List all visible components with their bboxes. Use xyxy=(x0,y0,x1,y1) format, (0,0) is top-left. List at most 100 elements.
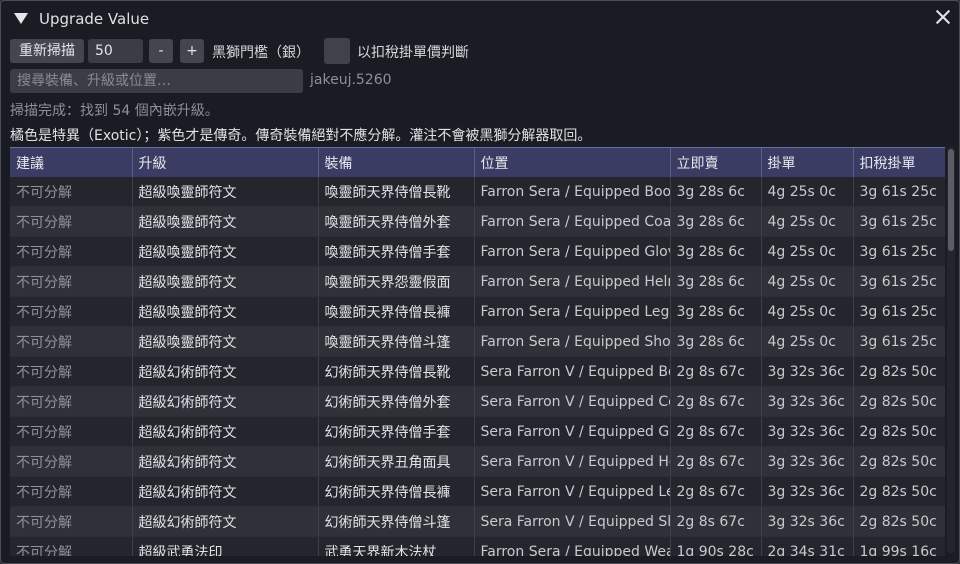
table-cell: 幻術師天界侍僧外套 xyxy=(318,386,475,417)
decrement-button[interactable]: - xyxy=(149,39,173,63)
table-cell: 2g 8s 67c xyxy=(670,476,762,507)
table-row[interactable]: 不可分解 超級喚靈師符文 喚靈師天界侍僧長靴 Farron Sera / Equipp… xyxy=(10,177,945,207)
table-cell: 3g 28s 6c xyxy=(670,177,762,207)
collapse-triangle-icon[interactable] xyxy=(14,13,28,24)
table-cell: Sera Farron V / Equipped Shoulders xyxy=(474,506,671,537)
table-cell: 超級喚靈師符文 xyxy=(132,206,319,237)
table-cell: 超級幻術師符文 xyxy=(132,386,319,417)
table-cell: Sera Farron V / Equipped Leggings xyxy=(474,476,671,507)
table-row[interactable]: 不可分解 超級幻術師符文 幻術師天界侍僧長靴 Sera Farron V / Equi… xyxy=(10,356,945,387)
table-cell: 不可分解 xyxy=(10,446,133,477)
table-row[interactable]: 不可分解 超級喚靈師符文 喚靈師天界侍僧長褲 Farron Sera / Equipp… xyxy=(10,296,945,327)
table-cell: 3g 32s 36c xyxy=(761,506,854,537)
table-cell: 超級幻術師符文 xyxy=(132,476,319,507)
table-cell: 不可分解 xyxy=(10,206,133,237)
table-cell: 喚靈師天界侍僧斗篷 xyxy=(318,326,475,357)
table-cell: 3g 32s 36c xyxy=(761,386,854,417)
search-input[interactable]: 搜尋裝備、升級或位置… xyxy=(10,69,303,93)
table-row[interactable]: 不可分解 超級幻術師符文 幻術師天界丑角面具 Sera Farron V / Equi… xyxy=(10,446,945,477)
table-cell: 武勇天界新木法杖 xyxy=(318,536,475,556)
table-cell: Farron Sera / Equipped Coat xyxy=(474,206,671,237)
table-cell: 3g 32s 36c xyxy=(761,476,854,507)
table-cell: 超級喚靈師符文 xyxy=(132,326,319,357)
column-header[interactable]: 建議 xyxy=(10,148,133,177)
table-cell: 喚靈師天界侍僧長靴 xyxy=(318,177,475,207)
table-cell: 4g 25s 0c xyxy=(761,326,854,357)
table-cell: 幻術師天界侍僧長靴 xyxy=(318,356,475,387)
table-cell: 喚靈師天界侍僧手套 xyxy=(318,236,475,267)
account-name: jakeuj.5260 xyxy=(310,72,392,88)
table-cell: 超級幻術師符文 xyxy=(132,356,319,387)
table-cell: Sera Farron V / Equipped Boots xyxy=(474,356,671,387)
table-cell: 不可分解 xyxy=(10,506,133,537)
table-row[interactable]: 不可分解 超級喚靈師符文 喚靈師天界侍僧斗篷 Farron Sera / Equipp… xyxy=(10,326,945,357)
table-cell: 4g 25s 0c xyxy=(761,236,854,267)
table-cell: 超級喚靈師符文 xyxy=(132,236,319,267)
upgrade-value-window: Upgrade Value 重新掃描 50 - + 黑獅門檻（銀） 以扣稅掛單價… xyxy=(0,0,960,564)
table-cell: 喚靈師天界侍僧外套 xyxy=(318,206,475,237)
table-cell: 4g 25s 0c xyxy=(761,206,854,237)
table-cell: 超級武勇法印 xyxy=(132,536,319,556)
table-row[interactable]: 不可分解 超級喚靈師符文 喚靈師天界侍僧手套 Farron Sera / Equipp… xyxy=(10,236,945,267)
table-cell: 幻術師天界丑角面具 xyxy=(318,446,475,477)
table-row[interactable]: 不可分解 超級武勇法印 武勇天界新木法杖 Farron Sera / Equipped… xyxy=(10,536,945,556)
table-row[interactable]: 不可分解 超級幻術師符文 幻術師天界侍僧外套 Sera Farron V / Equi… xyxy=(10,386,945,417)
table-cell: 超級幻術師符文 xyxy=(132,416,319,447)
table-cell: 3g 61s 25c xyxy=(853,236,945,267)
table-cell: 2g 82s 50c xyxy=(853,416,945,447)
table-cell: 不可分解 xyxy=(10,266,133,297)
table-cell: 2g 82s 50c xyxy=(853,506,945,537)
table-row[interactable]: 不可分解 超級幻術師符文 幻術師天界侍僧手套 Sera Farron V / Equi… xyxy=(10,416,945,447)
table-cell: 3g 61s 25c xyxy=(853,206,945,237)
column-header[interactable]: 位置 xyxy=(474,148,671,177)
table-cell: 2g 8s 67c xyxy=(670,506,762,537)
scrollbar-thumb[interactable] xyxy=(948,149,954,251)
rescan-button[interactable]: 重新掃描 xyxy=(10,39,84,63)
table-cell: 3g 28s 6c xyxy=(670,236,762,267)
table-cell: 2g 8s 67c xyxy=(670,446,762,477)
table-cell: 幻術師天界侍僧手套 xyxy=(318,416,475,447)
table-cell: 不可分解 xyxy=(10,416,133,447)
close-icon[interactable] xyxy=(933,7,953,27)
table-cell: Farron Sera / Equipped Boots xyxy=(474,177,671,207)
table-cell: 3g 32s 36c xyxy=(761,446,854,477)
table-cell: 2g 34s 31c xyxy=(761,536,854,556)
table-cell: 3g 32s 36c xyxy=(761,356,854,387)
column-header[interactable]: 扣稅掛單 xyxy=(853,148,945,177)
table-cell: Farron Sera / Equipped Shoulders xyxy=(474,326,671,357)
table-cell: 幻術師天界侍僧長褲 xyxy=(318,476,475,507)
table-cell: Sera Farron V / Equipped Coat xyxy=(474,386,671,417)
title-bar[interactable]: Upgrade Value xyxy=(1,1,959,37)
scan-status: 掃描完成：找到 54 個內嵌升級。 xyxy=(10,103,219,119)
table-scrollbar[interactable] xyxy=(947,147,955,553)
column-header[interactable]: 裝備 xyxy=(318,148,475,177)
column-header[interactable]: 立即賣 xyxy=(670,148,762,177)
table-cell: 2g 82s 50c xyxy=(853,476,945,507)
table-cell: 3g 61s 25c xyxy=(853,296,945,327)
threshold-input[interactable]: 50 xyxy=(88,39,143,63)
table-cell: 2g 8s 67c xyxy=(670,416,762,447)
table-row[interactable]: 不可分解 超級幻術師符文 幻術師天界侍僧斗篷 Sera Farron V / Equi… xyxy=(10,506,945,537)
rarity-note: 橘色是特異（Exotic）；紫色才是傳奇。傳奇裝備絕對不應分解。灌注不會被黑獅分… xyxy=(10,128,592,144)
table-cell: 2g 8s 67c xyxy=(670,386,762,417)
table-cell: 喚靈師天界侍僧長褲 xyxy=(318,296,475,327)
table-cell: 4g 25s 0c xyxy=(761,177,854,207)
increment-button[interactable]: + xyxy=(180,39,204,63)
table-cell: 超級喚靈師符文 xyxy=(132,296,319,327)
threshold-label: 黑獅門檻（銀） xyxy=(212,45,310,61)
column-header[interactable]: 掛單 xyxy=(761,148,854,177)
tax-price-checkbox[interactable] xyxy=(324,38,350,64)
table-cell: 超級幻術師符文 xyxy=(132,446,319,477)
table-row[interactable]: 不可分解 超級喚靈師符文 喚靈師天界侍僧外套 Farron Sera / Equipp… xyxy=(10,206,945,237)
window-title: Upgrade Value xyxy=(39,10,150,28)
table-cell: 2g 82s 50c xyxy=(853,446,945,477)
table-cell: 不可分解 xyxy=(10,536,133,556)
table-row[interactable]: 不可分解 超級喚靈師符文 喚靈師天界怨靈假面 Farron Sera / Equipp… xyxy=(10,266,945,297)
table-row[interactable]: 不可分解 超級幻術師符文 幻術師天界侍僧長褲 Sera Farron V / Equi… xyxy=(10,476,945,507)
table-cell: Farron Sera / Equipped Helm xyxy=(474,266,671,297)
table-header-row: 建議 升級 裝備 位置 立即賣 掛單 扣稅掛單 xyxy=(10,148,945,177)
table-cell: 喚靈師天界怨靈假面 xyxy=(318,266,475,297)
table-cell: 1g 90s 28c xyxy=(670,536,762,556)
column-header[interactable]: 升級 xyxy=(132,148,319,177)
table-cell: 2g 82s 50c xyxy=(853,386,945,417)
